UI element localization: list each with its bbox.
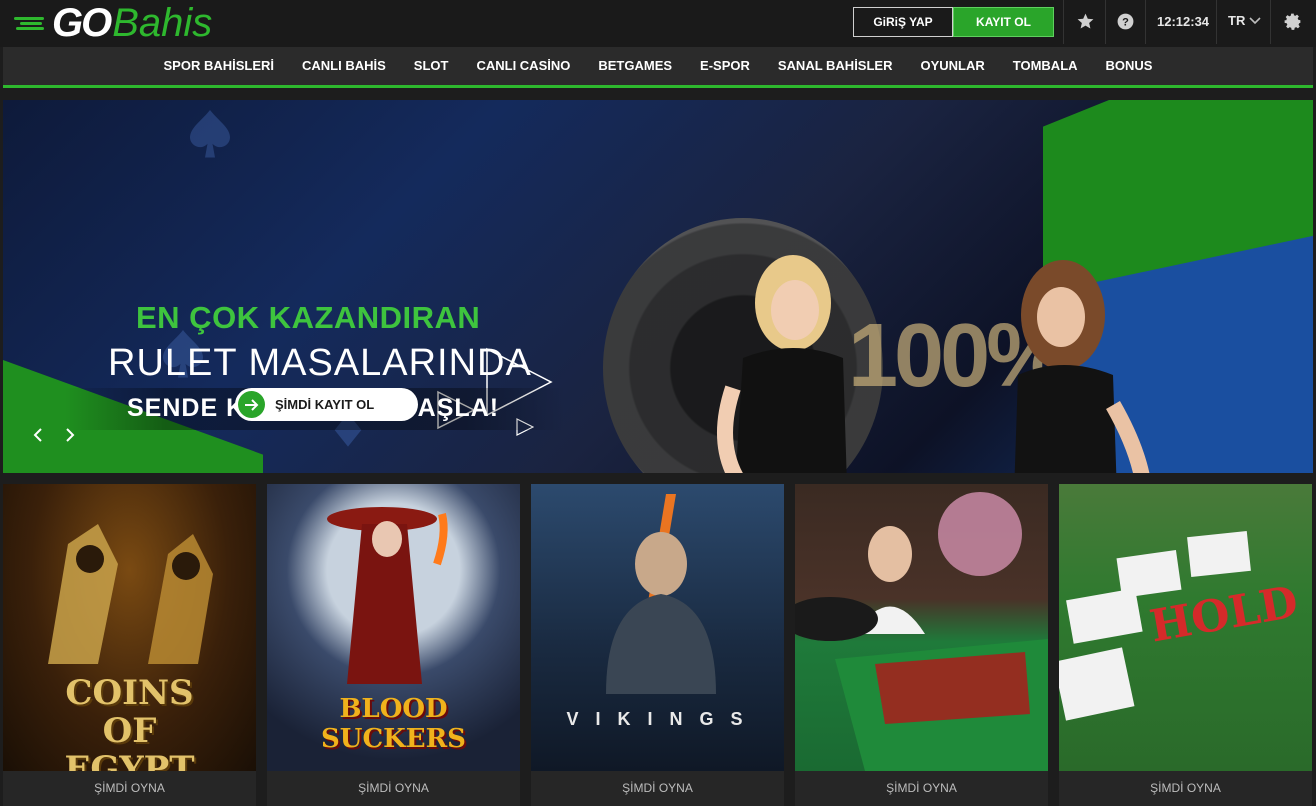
game-tile-live-roulette[interactable]: ŞİMDİ OYNA [795,484,1048,806]
chevron-down-icon [1249,16,1261,24]
divider [1063,0,1064,44]
game-tile-hold-em[interactable]: HOLD ŞİMDİ OYNA [1059,484,1312,806]
arrow-right-icon [238,391,265,418]
chevron-left-icon[interactable] [30,425,46,445]
nav-item-spor-bahisleri[interactable]: SPOR BAHİSLERİ [150,47,289,85]
nav-item-oyunlar[interactable]: OYUNLAR [906,47,998,85]
game-thumbnail: COINS OF EGYPT [3,484,256,771]
logo-bahis-text: Bahis [112,1,213,45]
game-thumbnail: BLOOD SUCKERS [267,484,520,771]
game-tile-coins-of-egypt[interactable]: COINS OF EGYPT ŞİMDİ OYNA [3,484,256,806]
game-title: COINS OF EGYPT [64,673,195,771]
play-now-label[interactable]: ŞİMDİ OYNA [1059,771,1312,806]
play-now-label[interactable]: ŞİMDİ OYNA [531,771,784,806]
login-button[interactable]: GiRiŞ YAP [853,7,953,37]
nav-item-canli-bahis[interactable]: CANLI BAHİS [288,47,400,85]
game-tile-vikings[interactable]: V I K I N G S ŞİMDİ OYNA [531,484,784,806]
game-thumbnail: HOLD [1059,484,1312,771]
register-now-button[interactable]: ŞİMDİ KAYIT OL [235,388,418,421]
banner-headline-2: RULET MASALARINDA [108,342,532,384]
divider [1105,0,1106,44]
language-select[interactable]: TR [1228,13,1261,28]
divider [1145,0,1146,44]
spade-icon [190,110,230,158]
logo-go-text: GO [52,1,112,45]
game-grid: COINS OF EGYPT ŞİMDİ OYNA BLOOD SUCKERS … [3,484,1313,806]
nav-item-sanal-bahisler[interactable]: SANAL BAHİSLER [764,47,907,85]
main-nav: SPOR BAHİSLERİ CANLI BAHİS SLOT CANLI CA… [3,47,1313,88]
help-icon[interactable]: ? [1114,10,1136,32]
hero-banner[interactable]: 100% EN ÇOK KAZANDIRAN RULET MASALARINDA… [3,100,1313,473]
game-tile-blood-suckers[interactable]: BLOOD SUCKERS ŞİMDİ OYNA [267,484,520,806]
star-icon[interactable] [1074,10,1096,32]
nav-item-tombala[interactable]: TOMBALA [999,47,1092,85]
game-title: BLOOD SUCKERS [321,694,466,754]
game-thumbnail [795,484,1048,771]
play-now-label[interactable]: ŞİMDİ OYNA [267,771,520,806]
top-bar: GO Bahis GiRiŞ YAP KAYIT OL ? 12:12:34 T… [0,0,1316,47]
nav-item-e-spor[interactable]: E-SPOR [686,47,764,85]
clock: 12:12:34 [1157,14,1210,29]
register-now-label: ŞİMDİ KAYIT OL [275,397,375,412]
nav-item-canli-casino[interactable]: CANLI CASİNO [462,47,584,85]
logo-speed-lines-icon [14,15,50,31]
presenter-image [717,255,847,473]
nav-item-betgames[interactable]: BETGAMES [584,47,686,85]
svg-text:?: ? [1122,16,1129,28]
nav-item-slot[interactable]: SLOT [400,47,463,85]
logo[interactable]: GO Bahis [14,3,212,43]
nav-item-bonus[interactable]: BONUS [1092,47,1167,85]
divider [1216,0,1217,44]
language-value: TR [1228,13,1246,28]
presenter-image [1014,260,1150,473]
game-title: V I K I N G S [566,709,749,729]
banner-headline-1: EN ÇOK KAZANDIRAN [136,300,481,335]
register-button[interactable]: KAYIT OL [953,7,1054,37]
game-thumbnail: V I K I N G S [531,484,784,771]
play-now-label[interactable]: ŞİMDİ OYNA [3,771,256,806]
gear-icon[interactable] [1281,10,1303,32]
chevron-right-icon[interactable] [62,425,78,445]
play-now-label[interactable]: ŞİMDİ OYNA [795,771,1048,806]
divider [1270,0,1271,44]
